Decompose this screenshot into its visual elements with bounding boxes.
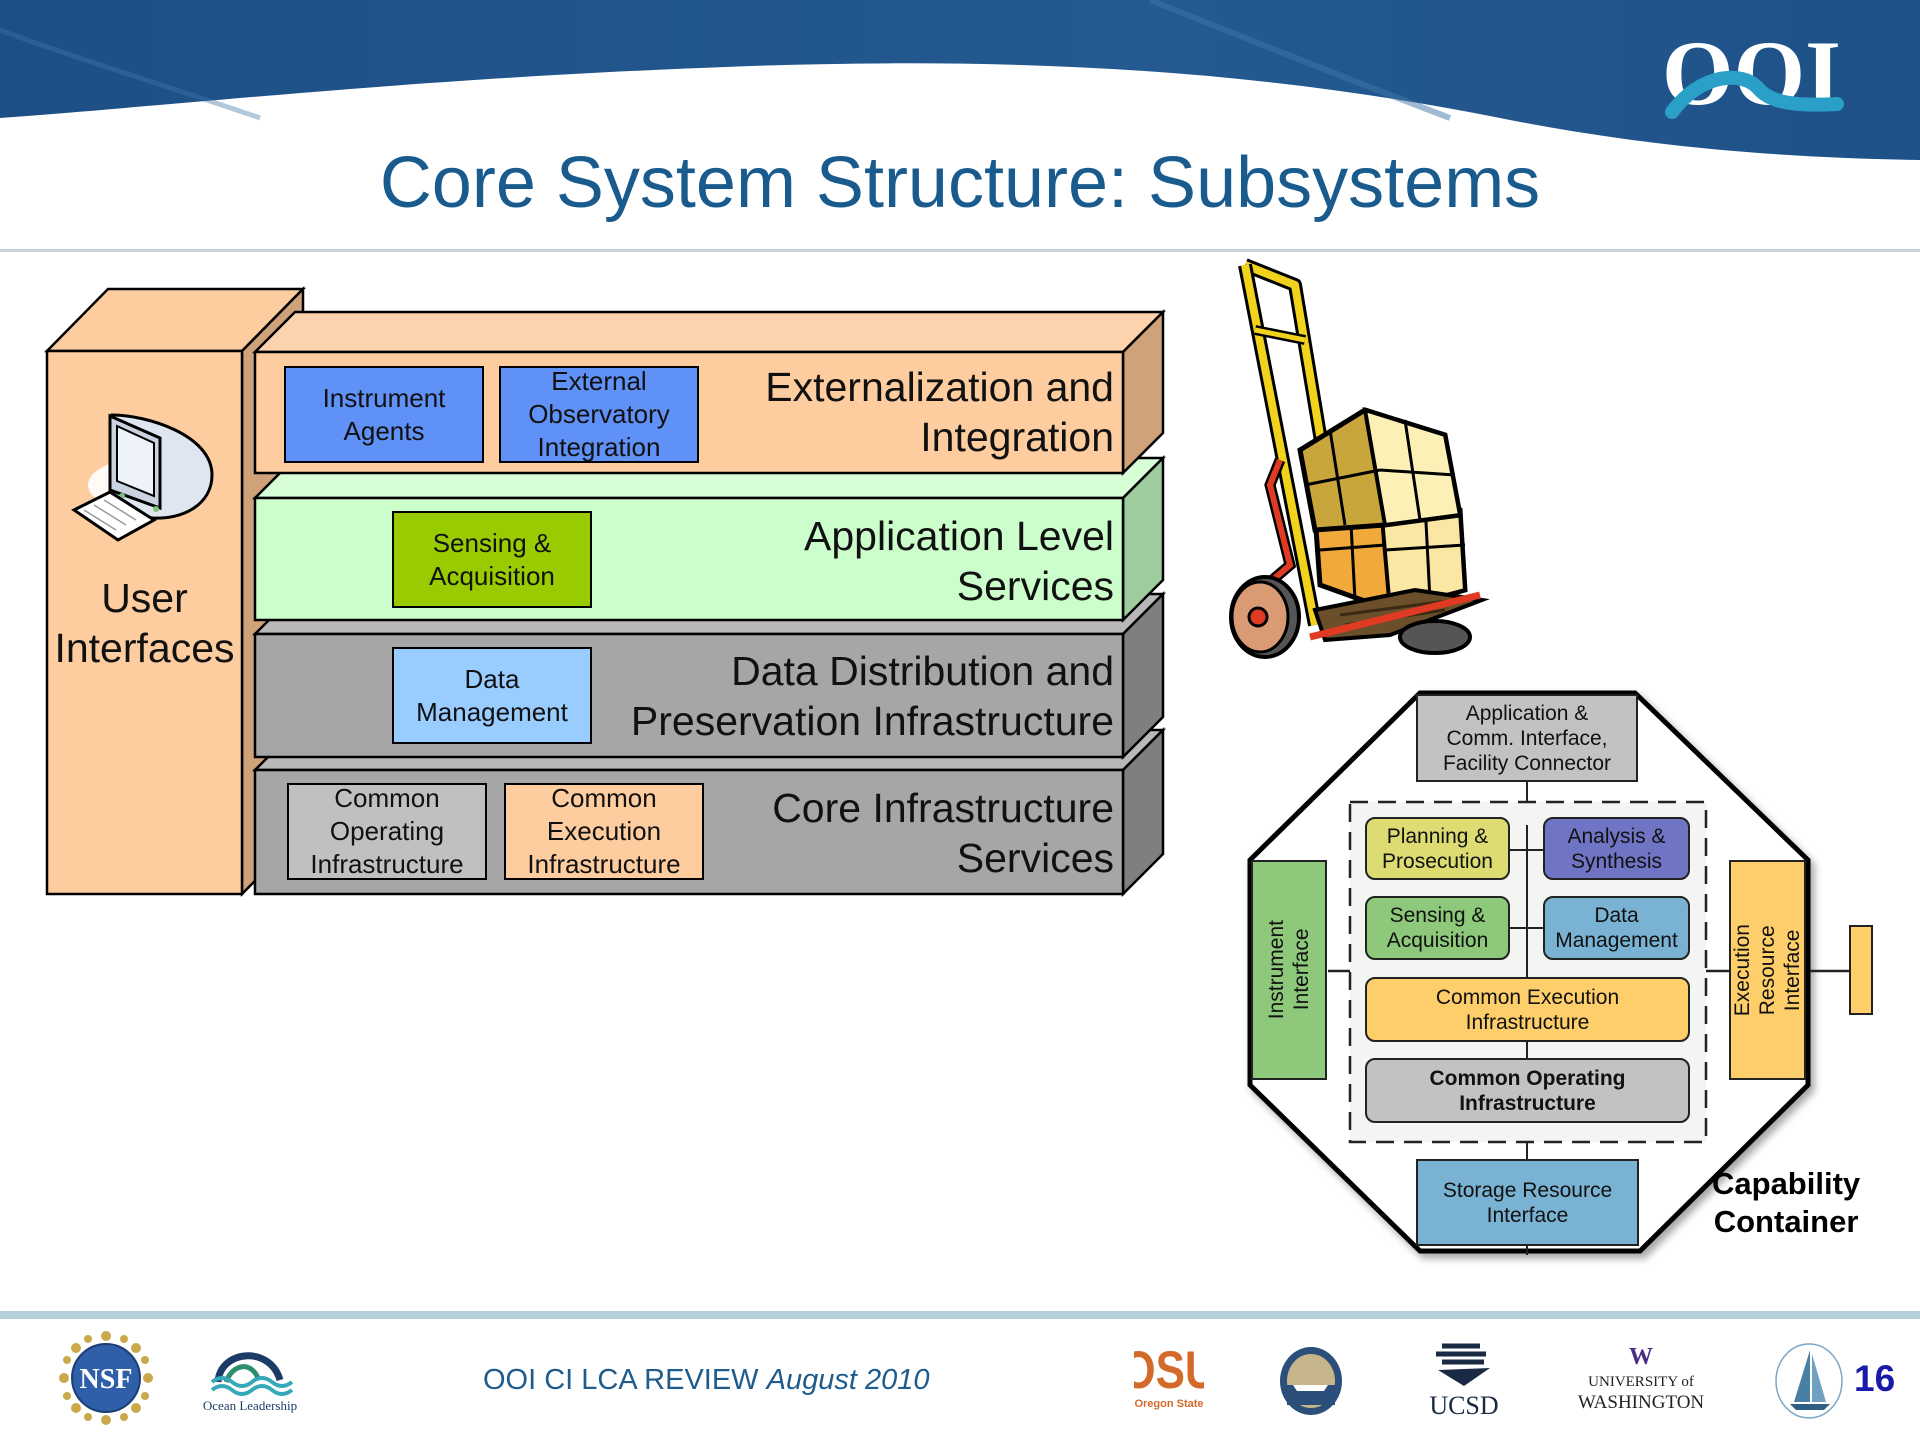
application-comm-interface-label: Application & Comm. Interface, Facility … bbox=[1442, 701, 1612, 775]
osu-logo: OSU Oregon State bbox=[1134, 1345, 1204, 1410]
svg-text:UCSD: UCSD bbox=[1429, 1391, 1498, 1418]
page-number: 16 bbox=[1854, 1358, 1896, 1399]
svg-text:Ocean Leadership: Ocean Leadership bbox=[203, 1398, 297, 1413]
common-execution-infrastructure-box: Common Execution Infrastructure bbox=[504, 783, 704, 880]
cc-data-management-box: Data Management bbox=[1543, 896, 1690, 960]
svg-text:OSU: OSU bbox=[1134, 1345, 1204, 1400]
scripps-seal-logo bbox=[1280, 1347, 1342, 1415]
cc-common-execution-label: Common Execution Infrastructure bbox=[1435, 985, 1620, 1034]
review-title: OOI CI LCA REVIEW bbox=[483, 1364, 759, 1396]
svg-text:NSF: NSF bbox=[80, 1364, 133, 1395]
whoi-logo bbox=[1775, 1343, 1843, 1419]
slide-title: Core System Structure: Subsystems bbox=[379, 143, 1541, 223]
cc-planning-prosecution-label: Planning & Prosecution bbox=[1382, 824, 1493, 873]
user-interfaces-label: User Interfaces bbox=[54, 575, 235, 671]
common-operating-infrastructure-box: Common Operating Infrastructure bbox=[287, 783, 487, 880]
storage-resource-interface-box: Storage Resource Interface bbox=[1416, 1159, 1639, 1246]
externalization-layer-label: Externalization and Integration bbox=[765, 364, 1114, 460]
sensing-acquisition-label: Sensing & Acquisition bbox=[429, 527, 555, 591]
svg-text:WASHINGTON: WASHINGTON bbox=[1578, 1392, 1705, 1412]
svg-text:Oregon State: Oregon State bbox=[1134, 1398, 1203, 1410]
sensing-acquisition-box: Sensing & Acquisition bbox=[392, 511, 592, 608]
execution-resource-interface-label: Execution Resource Interface bbox=[1731, 923, 1804, 1017]
footer-review-text: OOI CI LCA REVIEW August 2010 bbox=[483, 1364, 929, 1397]
data-management-label: Data Management bbox=[416, 663, 568, 727]
storage-resource-interface-label: Storage Resource Interface bbox=[1442, 1178, 1613, 1227]
cc-common-operating-label: Common Operating Infrastructure bbox=[1429, 1066, 1626, 1115]
instrument-agents-label: Instrument Agents bbox=[322, 382, 446, 446]
capability-container-title: Capability Container bbox=[1712, 1166, 1861, 1239]
cc-common-operating-box: Common Operating Infrastructure bbox=[1365, 1058, 1690, 1123]
ocean-leadership-logo: Ocean Leadership bbox=[203, 1352, 297, 1413]
footer-divider bbox=[0, 1311, 1920, 1319]
cc-common-execution-box: Common Execution Infrastructure bbox=[1365, 977, 1690, 1042]
application-layer-label: Application Level Services bbox=[804, 513, 1114, 609]
common-execution-infrastructure-label: Common Execution Infrastructure bbox=[527, 783, 681, 879]
data-management-box: Data Management bbox=[392, 647, 592, 744]
cc-analysis-synthesis-box: Analysis & Synthesis bbox=[1543, 817, 1690, 880]
cc-sensing-acquisition-box: Sensing & Acquisition bbox=[1365, 896, 1510, 960]
ucsd-logo: UCSD bbox=[1429, 1343, 1499, 1418]
hand-truck-with-boxes-icon bbox=[1229, 258, 1490, 659]
common-operating-infrastructure-label: Common Operating Infrastructure bbox=[310, 783, 464, 879]
svg-text:UNIVERSITY of: UNIVERSITY of bbox=[1588, 1374, 1694, 1390]
cc-analysis-synthesis-label: Analysis & Synthesis bbox=[1567, 824, 1666, 873]
ooi-logo: OOI bbox=[1662, 32, 1844, 122]
execution-resource-interface-box: Execution Resource Interface bbox=[1729, 860, 1806, 1080]
external-observatory-integration-box: External Observatory Integration bbox=[499, 366, 699, 463]
review-date: August 2010 bbox=[766, 1364, 930, 1396]
instrument-agents-box: Instrument Agents bbox=[284, 366, 484, 463]
data-distribution-layer-label: Data Distribution and Preservation Infra… bbox=[630, 648, 1114, 744]
core-infrastructure-layer-label: Core Infrastructure Services bbox=[772, 785, 1114, 881]
cc-planning-prosecution-box: Planning & Prosecution bbox=[1365, 817, 1510, 880]
instrument-interface-label: Instrument Interface bbox=[1265, 920, 1313, 1020]
nsf-logo: NSF bbox=[59, 1331, 153, 1425]
cc-data-management-label: Data Management bbox=[1555, 904, 1678, 952]
cc-sensing-acquisition-label: Sensing & Acquisition bbox=[1386, 904, 1489, 952]
svg-text:W: W bbox=[1629, 1344, 1653, 1370]
application-comm-interface-box: Application & Comm. Interface, Facility … bbox=[1416, 694, 1638, 782]
university-of-washington-logo: W UNIVERSITY of WASHINGTON bbox=[1578, 1344, 1705, 1412]
instrument-interface-box: Instrument Interface bbox=[1251, 860, 1327, 1080]
external-observatory-integration-label: External Observatory Integration bbox=[528, 366, 670, 462]
